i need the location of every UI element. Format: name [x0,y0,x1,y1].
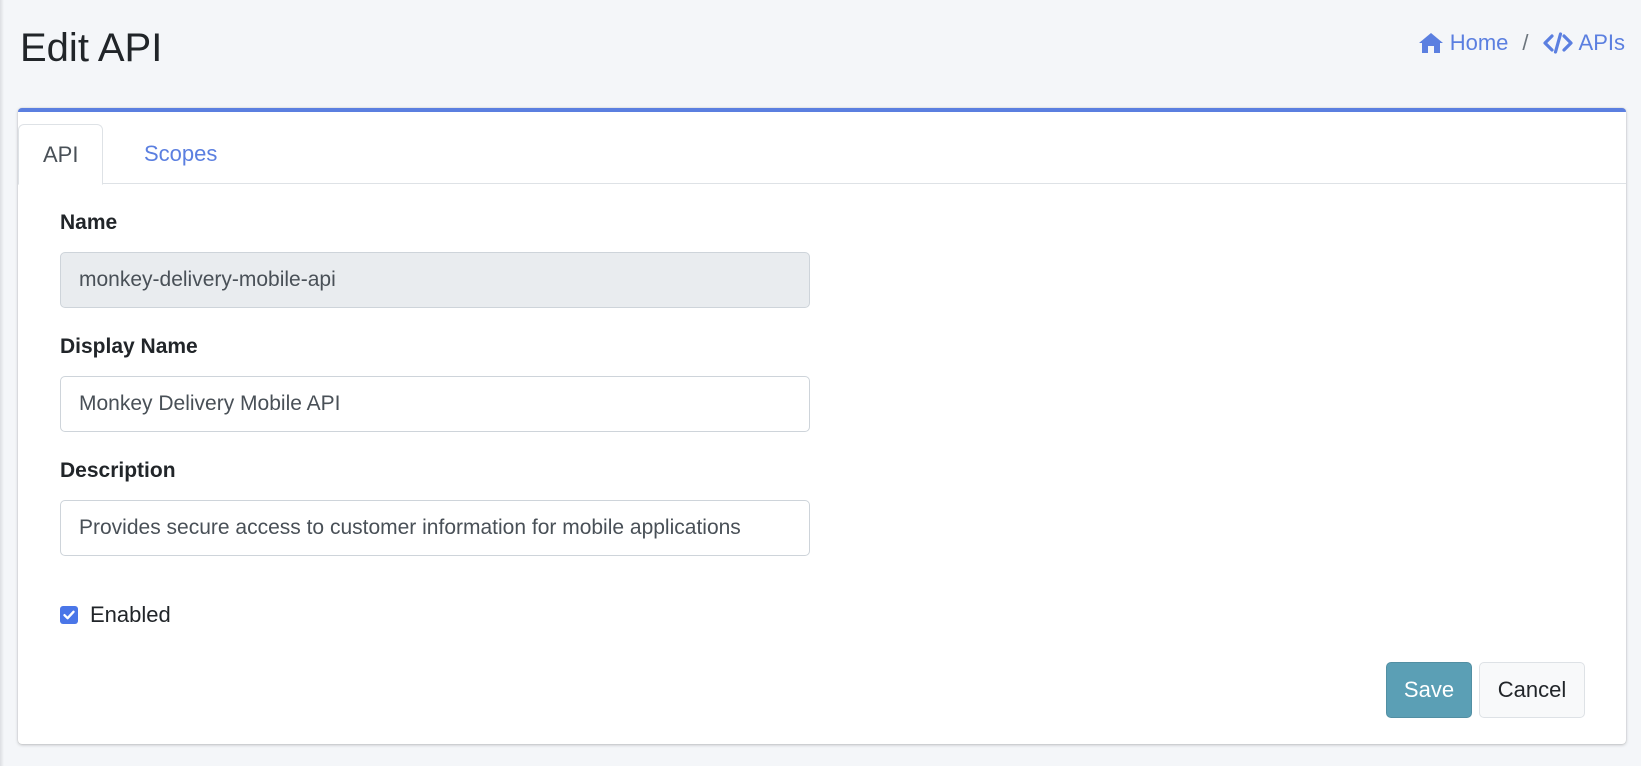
breadcrumb-apis-link[interactable]: APIs [1542,30,1625,56]
cancel-button[interactable]: Cancel [1479,662,1585,718]
sidebar-shadow [0,0,4,766]
tab-bar: API Scopes [18,112,1626,185]
page-title: Edit API [20,26,163,70]
name-input[interactable] [60,252,810,308]
code-icon [1542,32,1573,54]
tab-api[interactable]: API [18,124,104,185]
name-group: Name [60,210,810,308]
breadcrumb-apis-label: APIs [1578,30,1625,55]
breadcrumb-home-label: Home [1449,30,1509,55]
breadcrumb-home-link[interactable]: Home [1418,30,1509,56]
home-icon [1418,32,1444,54]
description-group: Description [60,458,810,556]
enabled-row: Enabled [60,602,171,628]
enabled-checkbox[interactable] [60,606,78,624]
save-button[interactable]: Save [1386,662,1472,718]
edit-api-card: API Scopes Name Display Name Description… [18,108,1626,744]
breadcrumb-separator: / [1522,30,1529,55]
tab-scopes[interactable]: Scopes [120,124,241,185]
description-input[interactable] [60,500,810,556]
breadcrumb: Home / APIs [1418,30,1625,56]
display-name-group: Display Name [60,334,810,432]
enabled-label[interactable]: Enabled [90,602,171,628]
name-label: Name [60,211,118,234]
description-label: Description [60,459,176,482]
checkmark-icon [63,610,75,620]
display-name-label: Display Name [60,335,198,358]
display-name-input[interactable] [60,376,810,432]
